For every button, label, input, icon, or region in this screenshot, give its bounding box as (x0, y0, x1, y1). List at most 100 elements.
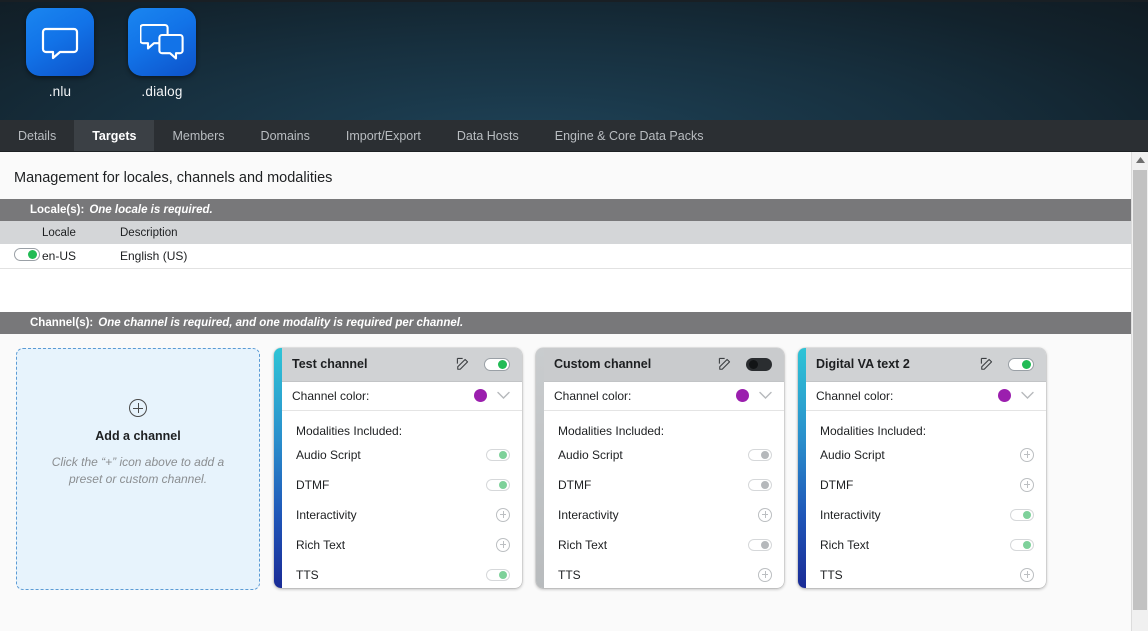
app-label: .nlu (48, 84, 72, 99)
modality-row: DTMF (296, 471, 510, 498)
modality-label: Interactivity (820, 507, 881, 522)
chat-bubble-icon[interactable] (26, 8, 94, 76)
modality-label: DTMF (558, 477, 592, 492)
locale-table-body: en-US English (US) (0, 244, 1131, 269)
app-item-nlu[interactable]: .nlu (24, 8, 96, 99)
chat-bubbles-icon[interactable] (128, 8, 196, 76)
add-channel-subtitle: Click the “+” icon above to add a preset… (51, 455, 225, 487)
tab-bar: Details Targets Members Domains Import/Expor… (0, 120, 1148, 152)
locale-table-header: Locale Description (0, 221, 1131, 244)
modality-add-icon[interactable] (1020, 477, 1034, 492)
channel-color-swatch[interactable] (998, 389, 1011, 403)
content-wrapper: Management for locales, channels and mod… (0, 152, 1148, 631)
modality-row: Audio Script (296, 441, 510, 468)
channel-color-label: Channel color: (292, 388, 370, 403)
tab-members[interactable]: Members (154, 120, 242, 151)
modality-add-icon[interactable] (1020, 567, 1034, 582)
channel-enabled-toggle[interactable] (746, 357, 772, 371)
locale-enabled-toggle-cell (0, 248, 42, 264)
edit-icon[interactable] (456, 357, 470, 371)
channels-band-note: One channel is required, and one modalit… (98, 317, 464, 329)
tab-details[interactable]: Details (0, 120, 74, 151)
channel-color-swatch[interactable] (736, 389, 749, 403)
tab-domains[interactable]: Domains (243, 120, 328, 151)
tab-engine-core-data-packs[interactable]: Engine & Core Data Packs (537, 120, 722, 151)
channel-color-label: Channel color: (816, 388, 894, 403)
modality-list: Audio Script DTMF Interactivity Rich Text TT… (274, 438, 522, 588)
modality-row: Interactivity (820, 501, 1034, 528)
channel-card-header: Test channel (274, 348, 522, 382)
channel-color-row: Channel color: (536, 381, 784, 411)
scrollbar-thumb[interactable] (1133, 170, 1147, 610)
modality-toggle[interactable] (748, 448, 772, 461)
modality-row: Interactivity (558, 501, 772, 528)
channel-card: Digital VA text 2 Channel color: Modalitie… (798, 348, 1046, 588)
locale-description-cell: English (US) (120, 249, 188, 263)
chevron-down-icon[interactable] (497, 391, 510, 400)
modality-label: Audio Script (558, 447, 623, 462)
channel-cards-container: Test channel Channel color: Modalities Inc… (274, 348, 1046, 590)
modality-toggle[interactable] (486, 568, 510, 581)
modality-toggle[interactable] (748, 538, 772, 551)
modality-toggle[interactable] (486, 478, 510, 491)
channel-enabled-toggle[interactable] (1008, 357, 1034, 371)
modality-label: TTS (296, 567, 319, 582)
tab-data-hosts[interactable]: Data Hosts (439, 120, 537, 151)
channel-color-row: Channel color: (798, 381, 1046, 411)
channel-card: Test channel Channel color: Modalities Inc… (274, 348, 522, 588)
modality-row: Audio Script (820, 441, 1034, 468)
tab-targets[interactable]: Targets (74, 120, 155, 151)
modality-toggle[interactable] (486, 448, 510, 461)
modality-label: TTS (820, 567, 843, 582)
locales-section-band: Locale(s): One locale is required. (0, 199, 1131, 221)
edit-icon[interactable] (980, 357, 994, 371)
modality-label: Audio Script (296, 447, 361, 462)
modality-row: Rich Text (820, 531, 1034, 558)
channel-card-header: Custom channel (536, 348, 784, 382)
modalities-included-label: Modalities Included: (820, 424, 927, 438)
modality-label: Rich Text (558, 537, 608, 552)
modality-add-icon[interactable] (496, 537, 510, 552)
locale-col-header: Locale (42, 226, 76, 239)
channel-accent-bar (274, 348, 282, 588)
modality-toggle[interactable] (1010, 538, 1034, 551)
modality-label: Audio Script (820, 447, 885, 462)
tab-import-export[interactable]: Import/Export (328, 120, 439, 151)
modality-label: TTS (558, 567, 581, 582)
modality-add-icon[interactable] (758, 507, 772, 522)
modality-row: Audio Script (558, 441, 772, 468)
modalities-included-label: Modalities Included: (558, 424, 665, 438)
modality-toggle[interactable] (1010, 508, 1034, 521)
modality-add-icon[interactable] (496, 507, 510, 522)
modality-add-icon[interactable] (758, 567, 772, 582)
plus-circle-icon[interactable] (129, 399, 147, 417)
modality-list: Audio Script DTMF Interactivity Rich Text TT… (536, 438, 784, 588)
channel-enabled-toggle[interactable] (484, 357, 510, 371)
channels-section-band: Channel(s): One channel is required, and… (0, 312, 1131, 334)
modality-row: TTS (558, 561, 772, 588)
chevron-down-icon[interactable] (1021, 391, 1034, 400)
channel-color-label: Channel color: (554, 388, 632, 403)
add-channel-card[interactable]: Add a channel Click the “+” icon above t… (16, 348, 260, 590)
channel-accent-bar (536, 348, 544, 588)
modality-add-icon[interactable] (1020, 447, 1034, 462)
channel-color-swatch[interactable] (474, 389, 487, 403)
channel-name: Digital VA text 2 (816, 357, 910, 372)
chevron-down-icon[interactable] (759, 391, 772, 400)
channel-card: Custom channel Channel color: Modalities I… (536, 348, 784, 588)
locale-enabled-toggle[interactable] (14, 248, 40, 261)
modality-toggle[interactable] (748, 478, 772, 491)
vertical-scrollbar[interactable] (1131, 152, 1148, 631)
modality-row: DTMF (820, 471, 1034, 498)
caret-up-icon[interactable] (1132, 152, 1148, 168)
channel-card-strip: Add a channel Click the “+” icon above t… (0, 334, 1131, 590)
app-item-dialog[interactable]: .dialog (126, 8, 198, 99)
edit-icon[interactable] (718, 357, 732, 371)
modality-row: Rich Text (558, 531, 772, 558)
modality-row: Interactivity (296, 501, 510, 528)
app-label: .dialog (141, 84, 183, 99)
modality-label: DTMF (820, 477, 854, 492)
locale-table-filler (0, 269, 1131, 312)
locale-cell: en-US (42, 249, 77, 263)
channel-color-row: Channel color: (274, 381, 522, 411)
